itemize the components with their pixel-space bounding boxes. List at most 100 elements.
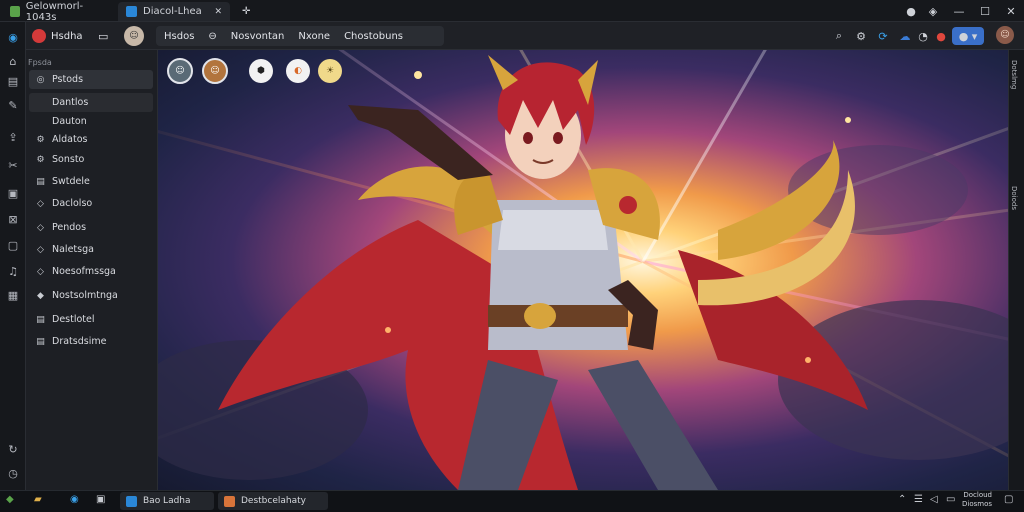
menu-item-2[interactable]: Nosvontan bbox=[231, 31, 285, 42]
taskbar-app-label: Destbcelahaty bbox=[241, 496, 306, 506]
browser-icon[interactable]: ◉ bbox=[4, 28, 22, 46]
sidebar-item-6[interactable]: ▤ Swtdele bbox=[29, 172, 153, 191]
sidebar-item-label: Daclolso bbox=[52, 198, 93, 209]
window-icon[interactable]: ◉ bbox=[70, 494, 79, 505]
bookmark-icon[interactable]: ▤ bbox=[4, 72, 22, 90]
record-icon[interactable]: ● bbox=[932, 27, 950, 45]
media-icon[interactable]: ▢ bbox=[4, 236, 22, 254]
extensions-icon[interactable]: ◈ bbox=[920, 0, 946, 22]
sidebar-item-1[interactable]: ◎ Pstods bbox=[29, 70, 153, 89]
sidebar-item-label: Pstods bbox=[52, 74, 84, 85]
music-icon[interactable]: ♫ bbox=[4, 262, 22, 280]
edit-icon[interactable]: ✎ bbox=[4, 96, 22, 114]
calendar-icon[interactable]: ▣ bbox=[96, 494, 105, 505]
maximize-icon[interactable]: ☐ bbox=[972, 0, 998, 22]
app-title: Gelowmorl-1043s bbox=[25, 0, 84, 23]
main-canvas[interactable]: ☺ ☺ ⬢ ◐ ☀ bbox=[158, 50, 1008, 490]
close-window-icon[interactable]: ✕ bbox=[998, 0, 1024, 22]
minimize-icon[interactable]: — bbox=[946, 0, 972, 22]
app-brand[interactable]: Hsdha bbox=[32, 26, 83, 46]
doc-icon: ▤ bbox=[36, 176, 45, 187]
chevron-up-icon[interactable]: ⌃ bbox=[898, 494, 906, 505]
taskbar-app-1[interactable]: Bao Ladha bbox=[120, 492, 214, 510]
sidebar-item-5[interactable]: ⚙ Sonsto bbox=[29, 150, 153, 169]
sidebar-item-label: Pendos bbox=[52, 222, 87, 233]
refresh-icon[interactable]: ↻ bbox=[4, 440, 22, 458]
cube-icon[interactable]: ⬢ bbox=[249, 59, 273, 83]
sidebar-item-7[interactable]: ◇ Daclolso bbox=[29, 194, 153, 213]
badge-icon[interactable]: ◐ bbox=[286, 59, 310, 83]
sidebar-item-8[interactable]: ◇ Pendos bbox=[29, 218, 153, 237]
sidebar-item-12[interactable]: ▤ Destlotel bbox=[29, 310, 153, 329]
history-icon[interactable]: ⊖ bbox=[208, 31, 216, 42]
gallery-icon[interactable]: ▣ bbox=[4, 184, 22, 202]
user-avatar[interactable]: ☺ bbox=[996, 26, 1014, 44]
volume-icon[interactable]: ◁ bbox=[930, 494, 938, 505]
tab-label: Diacol-Lhea bbox=[143, 6, 202, 17]
app-icon bbox=[126, 495, 137, 507]
sidebar-item-4[interactable]: ⚙ Aldatos bbox=[29, 130, 153, 149]
plus-icon: ✛ bbox=[242, 6, 251, 17]
chart-icon[interactable]: ▦ bbox=[4, 286, 22, 304]
sidebar-item-3[interactable]: Dauton bbox=[29, 114, 153, 128]
sidebar-item-10[interactable]: ◇ Noesofmssga bbox=[29, 262, 153, 281]
clock-icon[interactable]: ◷ bbox=[4, 464, 22, 482]
menu-item-4[interactable]: Chostobuns bbox=[344, 31, 403, 42]
folder-icon[interactable]: ▰ bbox=[34, 494, 42, 505]
gear-icon: ⚙ bbox=[36, 154, 45, 165]
avatar-2[interactable]: ☺ bbox=[202, 58, 228, 84]
close-icon[interactable]: ✕ bbox=[214, 7, 222, 17]
clock-time: Docloud bbox=[963, 491, 993, 499]
bell-icon[interactable]: ◔ bbox=[914, 27, 932, 45]
sidebar-item-2[interactable]: Dantlos bbox=[29, 93, 153, 112]
app-name: Hsdha bbox=[51, 30, 83, 42]
sun-icon[interactable]: ☀ bbox=[318, 59, 342, 83]
avatar-1[interactable]: ☺ bbox=[167, 58, 193, 84]
dot-icon bbox=[35, 116, 46, 127]
sync-icon[interactable]: ⟳ bbox=[874, 27, 892, 45]
app-title-tab[interactable]: Gelowmorl-1043s bbox=[2, 0, 112, 23]
search-icon[interactable]: ⌕ bbox=[830, 27, 848, 45]
sidebar-item-label: Noesofmssga bbox=[52, 266, 116, 277]
sidebar-item-13[interactable]: ▤ Dratsdsime bbox=[29, 332, 153, 351]
app-icon bbox=[10, 6, 20, 17]
menu-item-3[interactable]: Nxone bbox=[298, 31, 330, 42]
new-tab-button[interactable]: ✛ bbox=[234, 2, 272, 21]
hero-illustration bbox=[158, 55, 1008, 490]
left-rail bbox=[0, 22, 26, 490]
start-icon[interactable]: ◆ bbox=[6, 494, 14, 505]
gear-icon: ⚙ bbox=[36, 134, 45, 145]
avatar: ☺ bbox=[124, 26, 144, 46]
share-icon[interactable]: ⇪ bbox=[4, 128, 22, 146]
battery-icon[interactable]: ▭ bbox=[946, 494, 955, 505]
sidebar-item-11[interactable]: ◆ Nostsolmtnga bbox=[29, 286, 153, 305]
notification-icon[interactable]: ▢ bbox=[1004, 494, 1013, 505]
sidebar-item-label: Dauton bbox=[52, 115, 87, 127]
browser-tab-active[interactable]: Diacol-Lhea ✕ bbox=[118, 2, 230, 21]
right-scroll-rail[interactable] bbox=[1008, 50, 1024, 490]
settings-icon[interactable]: ⚙ bbox=[852, 27, 870, 45]
profile-avatar-small[interactable]: ☺ bbox=[124, 26, 144, 46]
sidebar-item-9[interactable]: ◇ Naletsga bbox=[29, 240, 153, 259]
taskbar-app-2[interactable]: Destbcelahaty bbox=[218, 492, 328, 510]
system-clock[interactable]: Docloud Diosmos bbox=[962, 491, 992, 509]
network-icon[interactable]: ☰ bbox=[914, 494, 923, 505]
app-icon bbox=[224, 495, 235, 507]
panel-toggle-icon[interactable]: ▭ bbox=[98, 26, 108, 46]
sidebar-item-label: Nostsolmtnga bbox=[52, 290, 118, 301]
home-icon[interactable]: ⌂ bbox=[4, 52, 22, 70]
brand-logo-icon bbox=[32, 29, 46, 43]
cloud-icon[interactable]: ☁ bbox=[896, 27, 914, 45]
close-box-icon[interactable]: ⊠ bbox=[4, 210, 22, 228]
tools-icon[interactable]: ✂ bbox=[4, 156, 22, 174]
tab-favicon bbox=[126, 6, 137, 17]
toolbar bbox=[0, 22, 1024, 50]
circle-icon: ◎ bbox=[36, 74, 45, 85]
sidebar-item-label: Destlotel bbox=[52, 314, 95, 325]
shield-icon: ◇ bbox=[37, 244, 44, 255]
shield-icon: ◇ bbox=[37, 198, 44, 209]
menu-item-1[interactable]: Hsdos bbox=[164, 31, 194, 42]
share-button[interactable]: ● ▾ bbox=[952, 27, 984, 45]
clock-date: Diosmos bbox=[962, 500, 993, 508]
sidebar-item-label: Naletsga bbox=[52, 244, 94, 255]
